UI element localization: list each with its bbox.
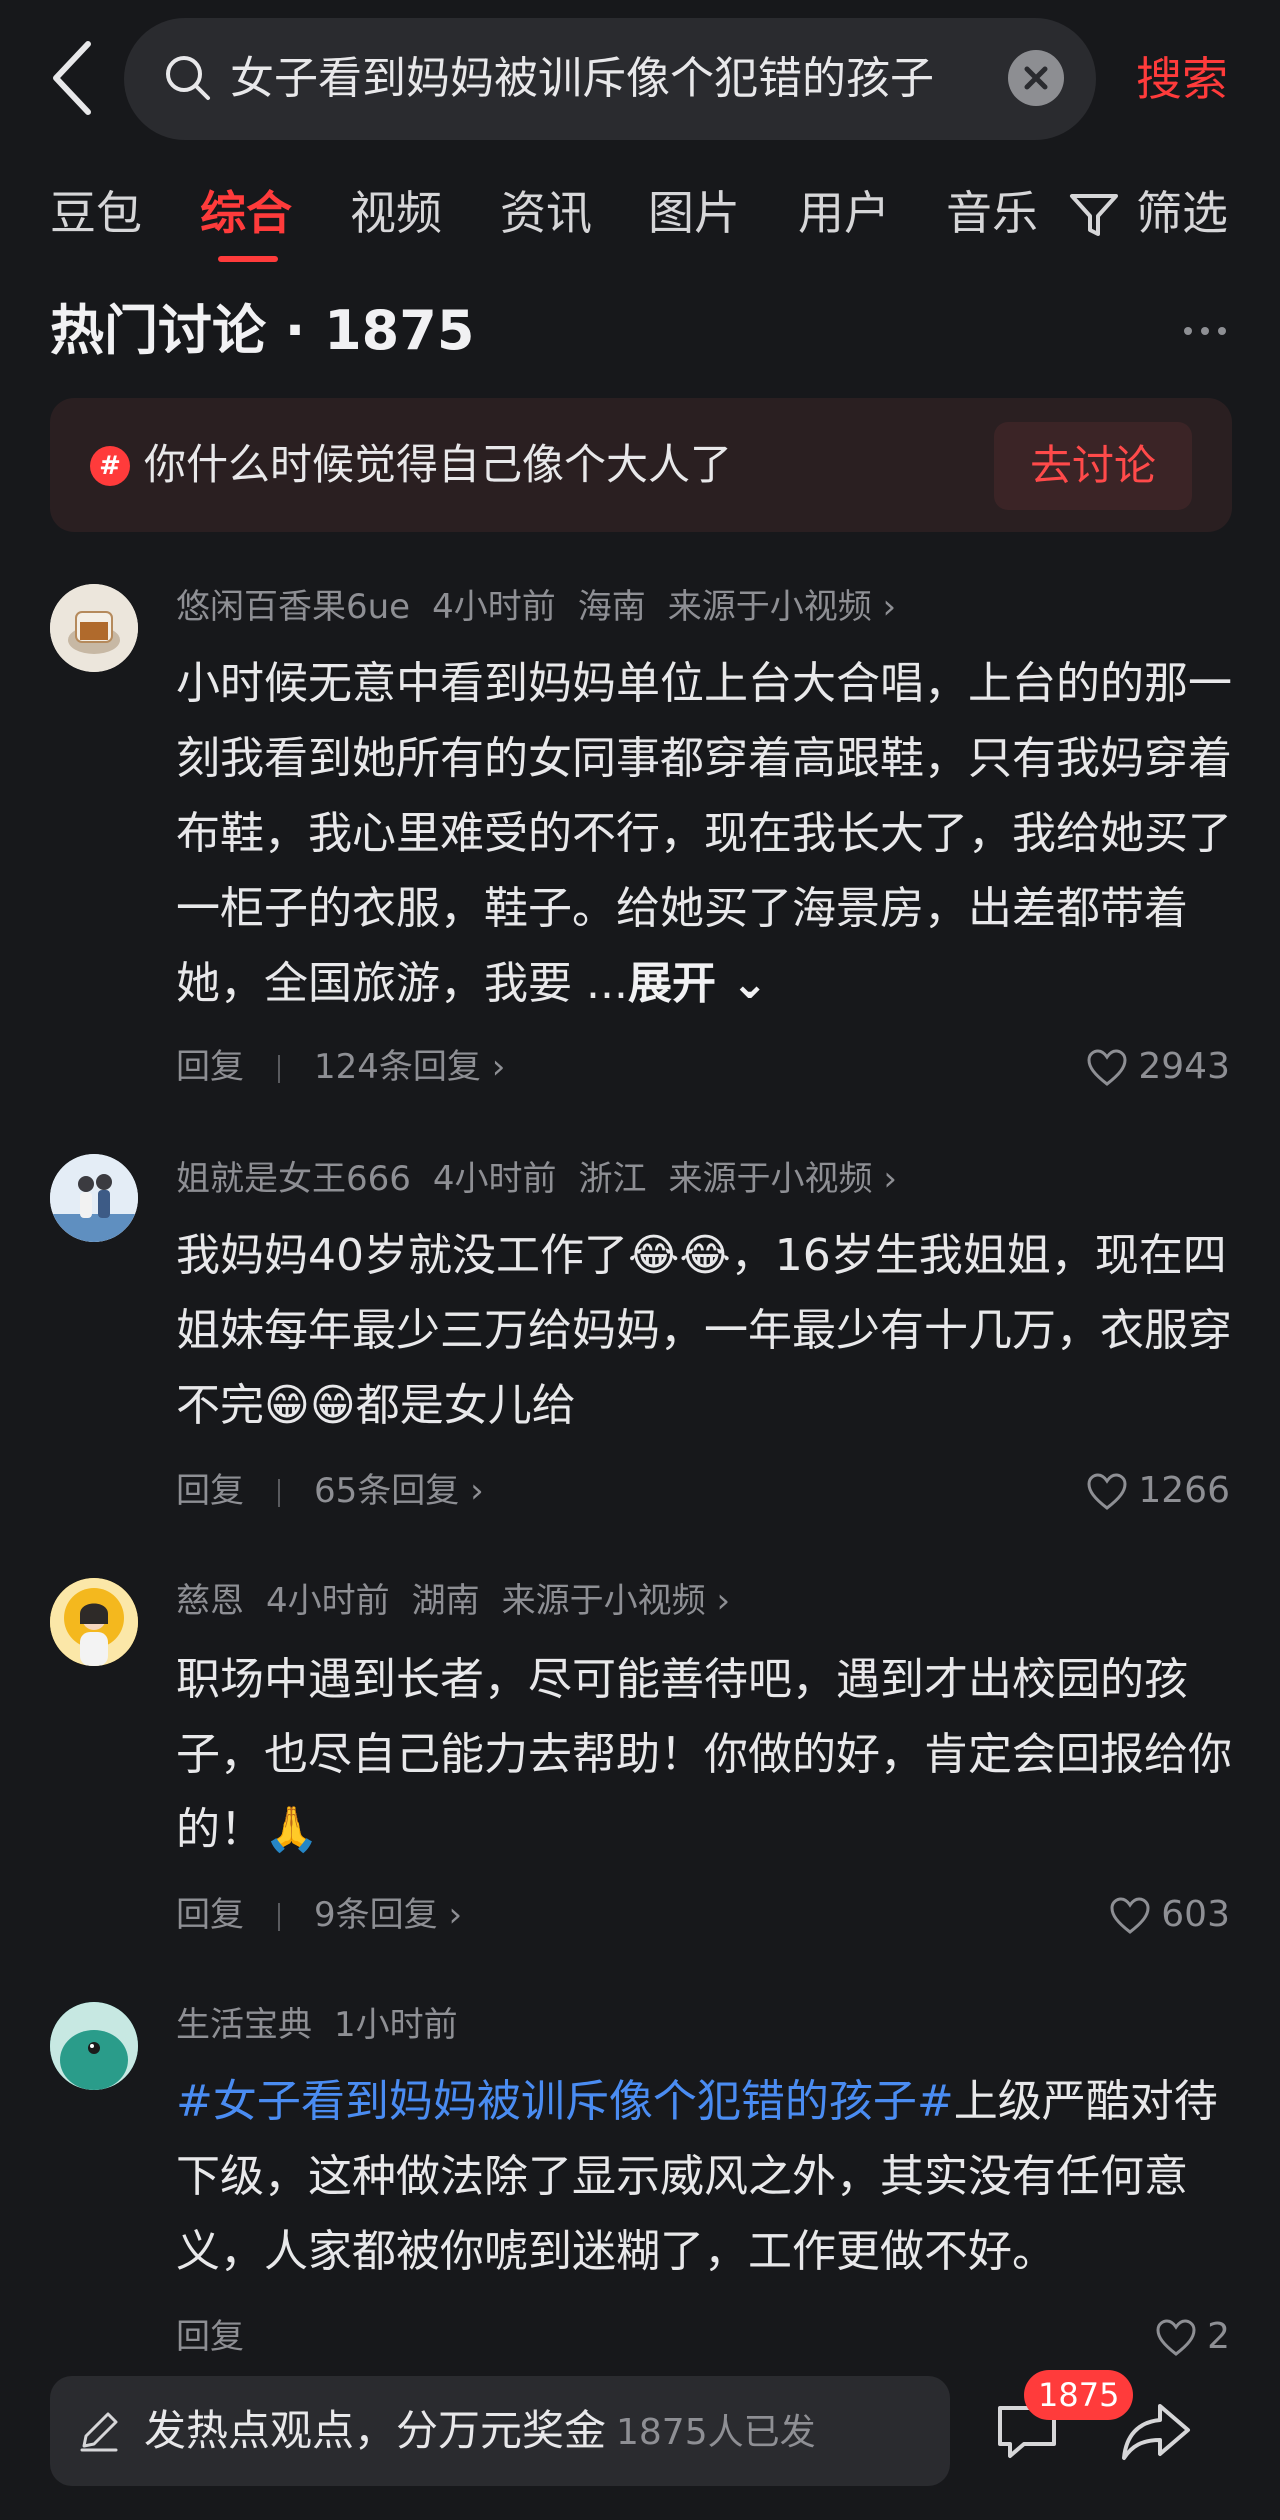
reply-button[interactable]: 回复: [176, 1471, 244, 1511]
comment-location: 浙江: [578, 1159, 647, 1199]
comment-text: 小时候无意中看到妈妈单位上台大合唱，上台的的那一刻我看到她所有的女同事都穿着高跟…: [176, 658, 1232, 1009]
view-replies-link[interactable]: 65条回复 ›: [314, 1471, 484, 1511]
comment-meta: 生活宝典 1小时前: [176, 2000, 480, 2050]
comment-time: 4小时前: [432, 587, 556, 627]
username[interactable]: 慈恩: [176, 1581, 244, 1621]
like-count: 2943: [1138, 1046, 1230, 1087]
tab-news[interactable]: 资讯: [500, 178, 592, 248]
hashtag-link[interactable]: #女子看到妈妈被训斥像个犯错的孩子#: [176, 2076, 954, 2127]
heart-icon: [1087, 1473, 1127, 1510]
reply-row: 回复: [176, 2312, 244, 2362]
view-replies-link[interactable]: 124条回复 ›: [314, 1047, 505, 1087]
back-arrow-icon[interactable]: [44, 36, 104, 120]
reply-row: 回复 124条回复 ›: [176, 1042, 505, 1092]
share-icon[interactable]: [1120, 2400, 1192, 2462]
comment-content[interactable]: #女子看到妈妈被训斥像个犯错的孩子#上级严酷对待下级，这种做法除了显示威风之外，…: [176, 2064, 1236, 2289]
avatar[interactable]: [50, 1154, 138, 1242]
tab-images[interactable]: 图片: [648, 178, 740, 248]
filter-icon[interactable]: [1066, 186, 1122, 242]
tab-general[interactable]: 综合: [200, 178, 292, 248]
comment-source[interactable]: 来源于小视频 ›: [668, 587, 896, 627]
view-replies-link[interactable]: 9条回复 ›: [314, 1895, 462, 1935]
like-button[interactable]: 1266: [1086, 1466, 1230, 1516]
avatar[interactable]: [50, 1578, 138, 1666]
like-button[interactable]: 603: [1109, 1890, 1230, 1940]
tab-video[interactable]: 视频: [350, 178, 442, 248]
filter-label[interactable]: 筛选: [1136, 178, 1228, 248]
comment-meta: 姐就是女王666 4小时前 浙江 来源于小视频 ›: [176, 1154, 919, 1204]
clear-search-icon[interactable]: [1008, 50, 1064, 106]
reply-row: 回复 9条回复 ›: [176, 1890, 462, 1940]
heart-icon: [1156, 2319, 1196, 2356]
comment-content[interactable]: 小时候无意中看到妈妈单位上台大合唱，上台的的那一刻我看到她所有的女同事都穿着高跟…: [176, 646, 1236, 1021]
like-button[interactable]: 2943: [1086, 1042, 1230, 1092]
more-icon[interactable]: [1182, 320, 1228, 342]
tab-music[interactable]: 音乐: [946, 178, 1042, 248]
reply-button[interactable]: 回复: [176, 1895, 244, 1935]
reply-button[interactable]: 回复: [176, 1047, 244, 1087]
hashtag-icon: #: [90, 446, 130, 486]
avatar[interactable]: [50, 584, 138, 672]
search-icon: [166, 56, 210, 100]
comment-content[interactable]: 我妈妈40岁就没工作了😂😂，16岁生我姐姐，现在四姐妹每年最少三万给妈妈，一年最…: [176, 1218, 1236, 1443]
pen-icon: [80, 2412, 118, 2452]
comment-meta: 悠闲百香果6ue 4小时前 海南 来源于小视频 ›: [176, 582, 918, 632]
participant-count: 1875人已发: [616, 2412, 816, 2453]
comment-meta: 慈恩 4小时前 湖南 来源于小视频 ›: [176, 1576, 752, 1626]
like-count: 1266: [1138, 1470, 1230, 1511]
comment-source[interactable]: 来源于小视频 ›: [502, 1581, 730, 1621]
comment-input-placeholder: 发热点观点，分万元奖金: [144, 2406, 607, 2455]
comment-location: 海南: [577, 587, 646, 627]
section-title: 热门讨论 · 1875: [50, 299, 475, 362]
discuss-button[interactable]: 去讨论: [994, 422, 1192, 510]
reply-row: 回复 65条回复 ›: [176, 1466, 484, 1516]
comment-time: 4小时前: [266, 1581, 390, 1621]
expand-button[interactable]: 展开 ⌄: [628, 958, 768, 1009]
reply-button[interactable]: 回复: [176, 2317, 244, 2357]
tab-users[interactable]: 用户: [798, 178, 890, 248]
comment-time: 4小时前: [432, 1159, 557, 1199]
like-button[interactable]: 2: [1155, 2312, 1230, 2362]
heart-icon: [1110, 1897, 1150, 1934]
comment-location: 湖南: [411, 1581, 480, 1621]
divider: [278, 1054, 280, 1083]
comment-source[interactable]: 来源于小视频 ›: [669, 1159, 897, 1199]
tab-doubao[interactable]: 豆包: [50, 178, 142, 248]
username[interactable]: 悠闲百香果6ue: [176, 587, 410, 627]
search-input[interactable]: 女子看到妈妈被训斥像个犯错的孩子: [230, 44, 990, 114]
divider: [278, 1478, 280, 1507]
like-count: 2: [1207, 2316, 1230, 2357]
avatar[interactable]: [50, 2002, 138, 2090]
divider: [278, 1902, 280, 1931]
topic-text: 你什么时候觉得自己像个大人了: [144, 440, 733, 489]
comment-content[interactable]: 职场中遇到长者，尽可能善待吧，遇到才出校园的孩子，也尽自己能力去帮助！你做的好，…: [176, 1642, 1236, 1867]
username[interactable]: 姐就是女王666: [176, 1159, 411, 1199]
comment-count-badge: 1875: [1024, 2370, 1134, 2420]
heart-icon: [1087, 1049, 1127, 1086]
username[interactable]: 生活宝典: [176, 2005, 312, 2045]
comment-time: 1小时前: [334, 2005, 458, 2045]
like-count: 603: [1161, 1894, 1230, 1935]
search-button[interactable]: 搜索: [1136, 44, 1246, 114]
active-tab-indicator: [218, 256, 278, 262]
